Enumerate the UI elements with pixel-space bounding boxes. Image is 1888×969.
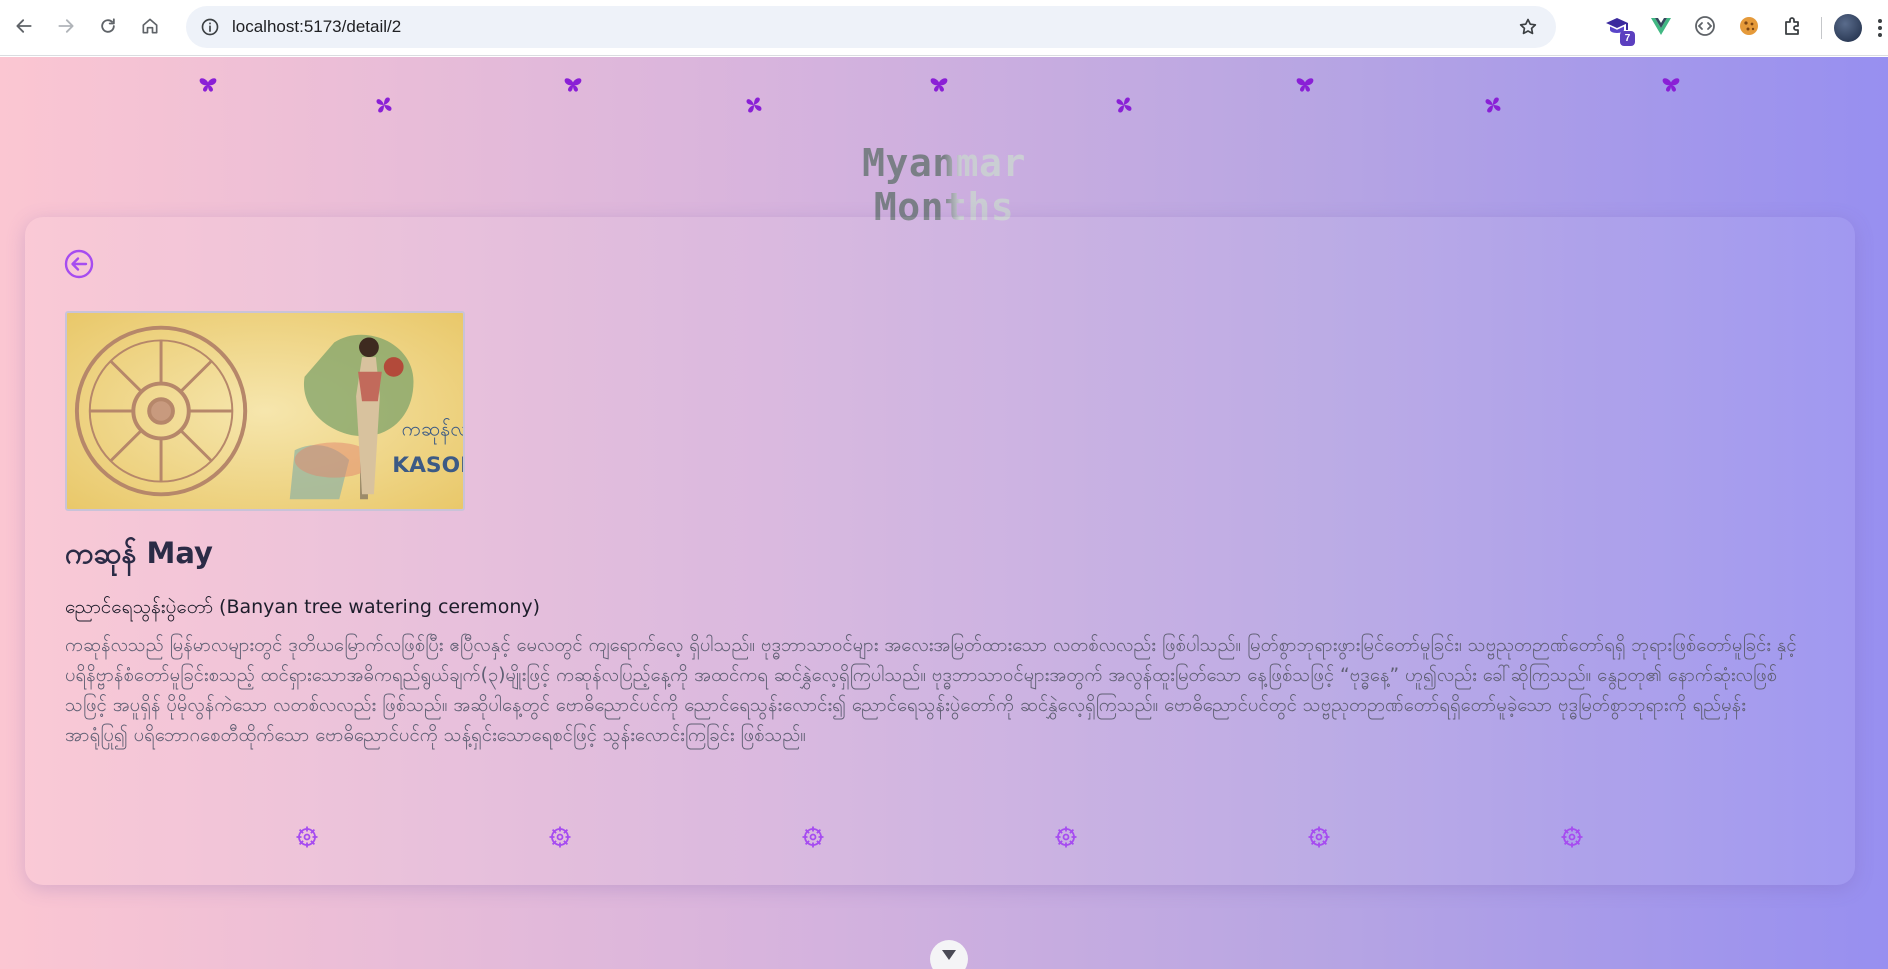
extensions-menu[interactable] [1779,14,1807,42]
arrow-right-icon [56,16,76,40]
chevron-down-icon [939,947,959,967]
browser-toolbar: localhost:5173/detail/2 7 [0,0,1888,56]
pinwheel-icon [373,94,395,116]
extension-cookie[interactable] [1735,14,1763,42]
info-icon[interactable] [200,17,220,37]
star-icon[interactable] [1518,17,1538,37]
scroll-down-button[interactable] [930,940,968,969]
extensions-area: 7 [1595,0,1888,56]
extension-vue[interactable] [1647,14,1675,42]
dharma-wheel-icon [295,825,319,849]
code-bracket-icon [1693,14,1717,42]
month-heading: ကဆုန် May [65,536,213,570]
month-detail-card: ကဆုန်လ KASON ကဆုန် May ညောင်ရေသွန်းပွဲတေ… [25,217,1855,885]
pinwheel-icon [743,94,765,116]
page-title-wrap: Myanmar Months [784,141,1104,229]
forward-button[interactable] [48,10,84,46]
puzzle-icon [1781,14,1805,42]
image-label-myanmar: ကဆုန်လ [402,418,463,445]
butterfly-icon [197,75,219,97]
pinwheel-icon [1482,94,1504,116]
month-image: ကဆုန်လ KASON [65,311,465,511]
arrow-left-circle-icon [64,249,94,283]
butterfly-icon [562,75,584,97]
arrow-left-icon [14,16,34,40]
toolbar-divider [1821,17,1822,39]
dharma-wheel-icon [548,825,572,849]
image-label-english: KASON [392,453,463,478]
reload-button[interactable] [90,10,126,46]
festival-name: ညောင်ရေသွန်းပွဲတော် (Banyan tree waterin… [65,596,541,618]
butterfly-icon [928,75,950,97]
home-button[interactable] [132,10,168,46]
month-description: ကဆုန်လသည် မြန်မာလများတွင် ဒုတိယမြောက်လဖြ… [65,635,1797,746]
butterfly-icon [1660,75,1682,97]
dharma-wheel-row [25,825,1855,851]
address-bar[interactable]: localhost:5173/detail/2 [186,6,1556,48]
cookie-icon [1737,14,1761,42]
extension-badge: 7 [1620,31,1635,46]
dharma-wheel-icon [1560,825,1584,849]
avatar[interactable] [1834,14,1862,42]
more-vert-icon[interactable] [1872,14,1888,42]
pinwheel-icon [1113,94,1135,116]
back-button[interactable] [6,10,42,46]
vue-logo-icon [1649,14,1673,42]
dharma-wheel-icon [1307,825,1331,849]
url-text[interactable]: localhost:5173/detail/2 [232,17,401,37]
home-icon [140,16,160,40]
dharma-wheel-icon [1054,825,1078,849]
back-link-button[interactable] [64,249,94,279]
page-viewport: Myanmar Months ကဆုန်လ KASO ကဆုန် May ညော… [0,57,1888,969]
extension-graduation-cap[interactable]: 7 [1603,14,1635,46]
extension-code[interactable] [1691,14,1719,42]
butterfly-icon [1294,75,1316,97]
page-title: Myanmar Months [784,141,1104,229]
reload-icon [98,16,118,40]
dharma-wheel-icon [801,825,825,849]
